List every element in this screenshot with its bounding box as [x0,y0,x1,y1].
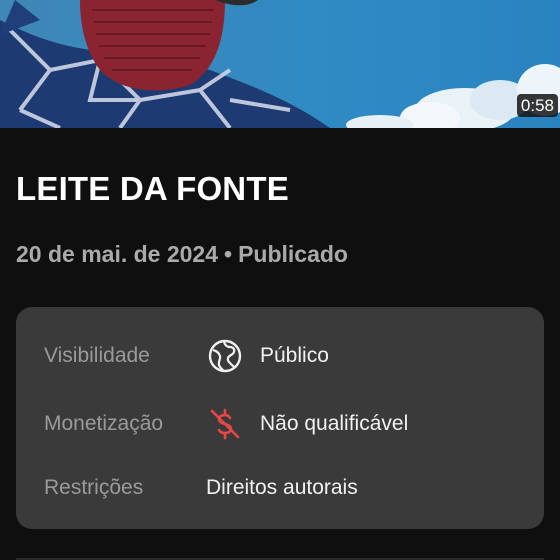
restrictions-row[interactable]: Restrições Direitos autorais [16,468,544,508]
video-details-card: Visibilidade Público Monetização Não qua… [16,307,544,529]
monetization-off-icon [208,407,242,441]
monetization-row[interactable]: Monetização Não qualificável [16,404,544,444]
video-meta: 20 de mai. de 2024 • Publicado [16,241,348,268]
restrictions-value: Direitos autorais [206,476,358,499]
restrictions-label: Restrições [44,476,144,499]
publish-date: 20 de mai. de 2024 [16,241,219,267]
thumbnail-image [0,0,560,128]
visibility-label: Visibilidade [44,344,150,367]
video-thumbnail[interactable]: 0:58 [0,0,560,128]
video-duration: 0:58 [516,94,558,117]
video-title: LEITE DA FONTE [16,170,289,207]
monetization-label: Monetização [44,412,164,435]
meta-separator: • [224,241,233,267]
publish-status: Publicado [238,241,348,267]
visibility-value: Público [260,344,329,367]
monetization-value: Não qualificável [260,412,409,435]
globe-icon [208,339,242,373]
visibility-row[interactable]: Visibilidade Público [16,336,544,376]
